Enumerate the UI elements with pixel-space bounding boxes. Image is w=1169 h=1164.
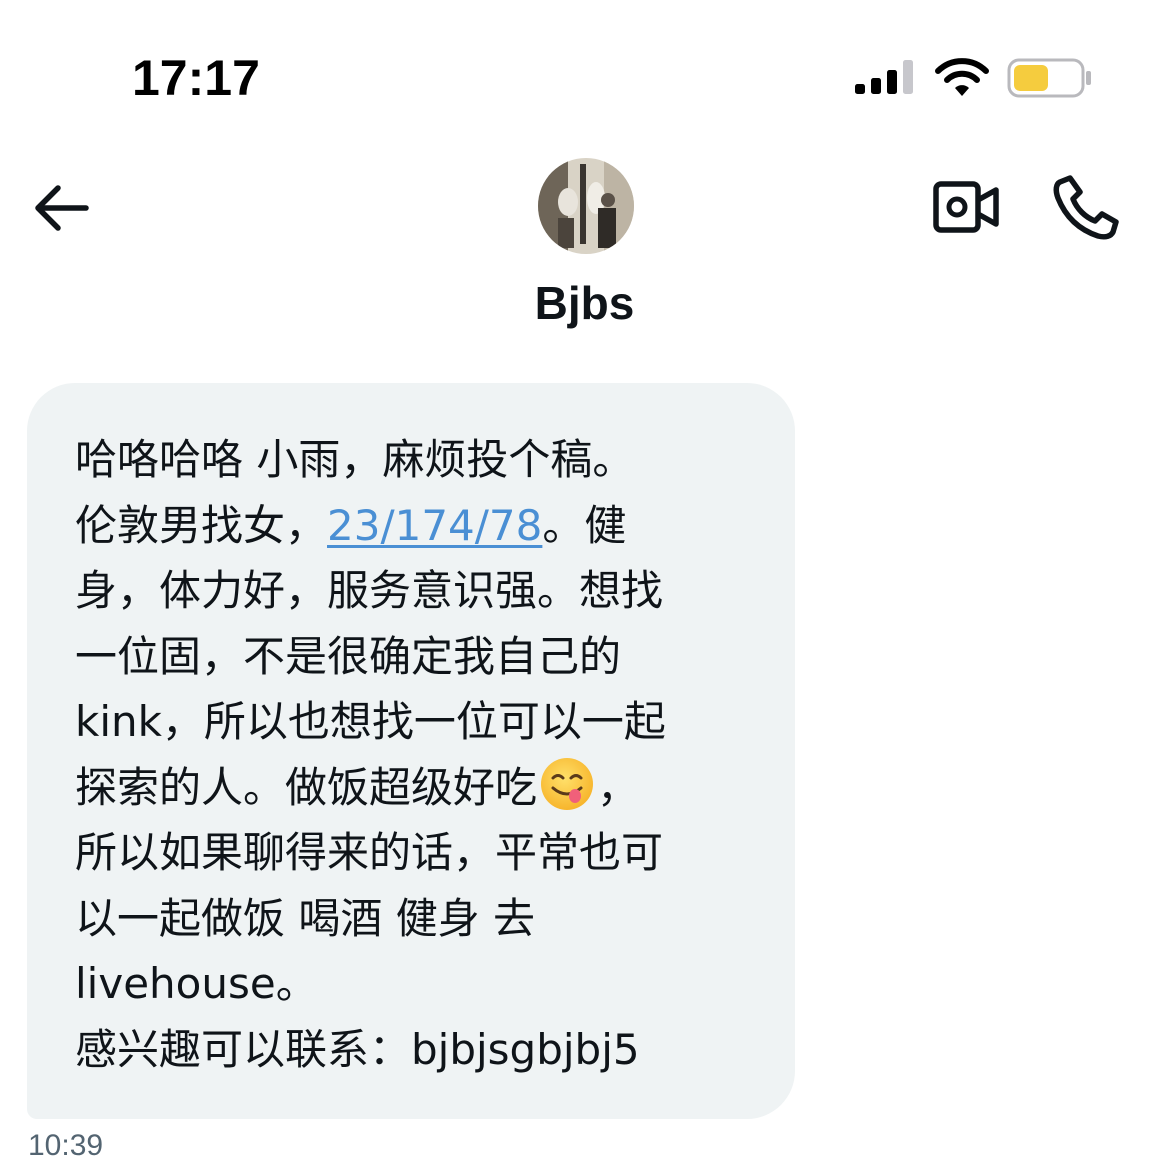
message-line: 哈咯哈咯 小雨，麻烦投个稿。 <box>75 435 635 484</box>
battery-icon <box>1007 58 1091 98</box>
message-segment: 伦敦男找女， <box>75 500 328 550</box>
message-line: kink，所以也想找一位可以一起 <box>75 697 666 746</box>
message-bubble[interactable]: 哈咯哈咯 小雨，麻烦投个稿。 伦敦男找女，23/174/78。健 身，体力好，服… <box>27 383 795 1119</box>
status-bar: 17:17 <box>0 0 1169 130</box>
message-line: 伦敦男找女，23/174/78。健 <box>75 493 765 559</box>
message-timestamp: 10:39 <box>28 1129 104 1162</box>
message-line: 所以如果聊得来的话，平常也可 <box>75 828 664 877</box>
message-text: 哈咯哈咯 小雨，麻烦投个稿。 伦敦男找女，23/174/78。健 身，体力好，服… <box>75 427 765 1082</box>
message-segment: 。健 <box>542 500 627 550</box>
face-savoring-food-emoji <box>541 757 594 810</box>
arrow-left-icon <box>35 185 89 231</box>
video-camera-icon <box>933 181 999 233</box>
video-call-button[interactable] <box>930 178 1002 238</box>
contact-avatar[interactable] <box>538 158 634 254</box>
message-line: livehouse。 <box>75 959 318 1008</box>
message-segment: 探索的人。做饭超级好吃 <box>75 762 538 812</box>
message-line: 以一起做饭 喝酒 健身 去 <box>75 893 536 943</box>
phone-call-button[interactable] <box>1050 172 1122 244</box>
avatar-image <box>538 158 634 254</box>
stats-link[interactable]: 23/174/78 <box>327 501 542 550</box>
message-line: 身，体力好，服务意识强。想找 <box>75 566 664 615</box>
phone-icon <box>1053 175 1119 240</box>
wifi-icon <box>935 58 989 96</box>
status-time: 17:17 <box>132 50 260 106</box>
message-line: 感兴趣可以联系：bjbjsgbjbj5 <box>75 1024 640 1074</box>
conversation-header: Bjbs <box>0 140 1169 370</box>
message-line: 探索的人。做饭超级好吃 ， <box>75 755 765 821</box>
back-button[interactable] <box>30 180 94 236</box>
contact-name[interactable]: Bjbs <box>0 274 1169 332</box>
message-segment: ， <box>597 762 640 812</box>
cellular-signal-icon <box>855 60 913 94</box>
message-line: 一位固，不是很确定我自己的 <box>75 631 622 681</box>
